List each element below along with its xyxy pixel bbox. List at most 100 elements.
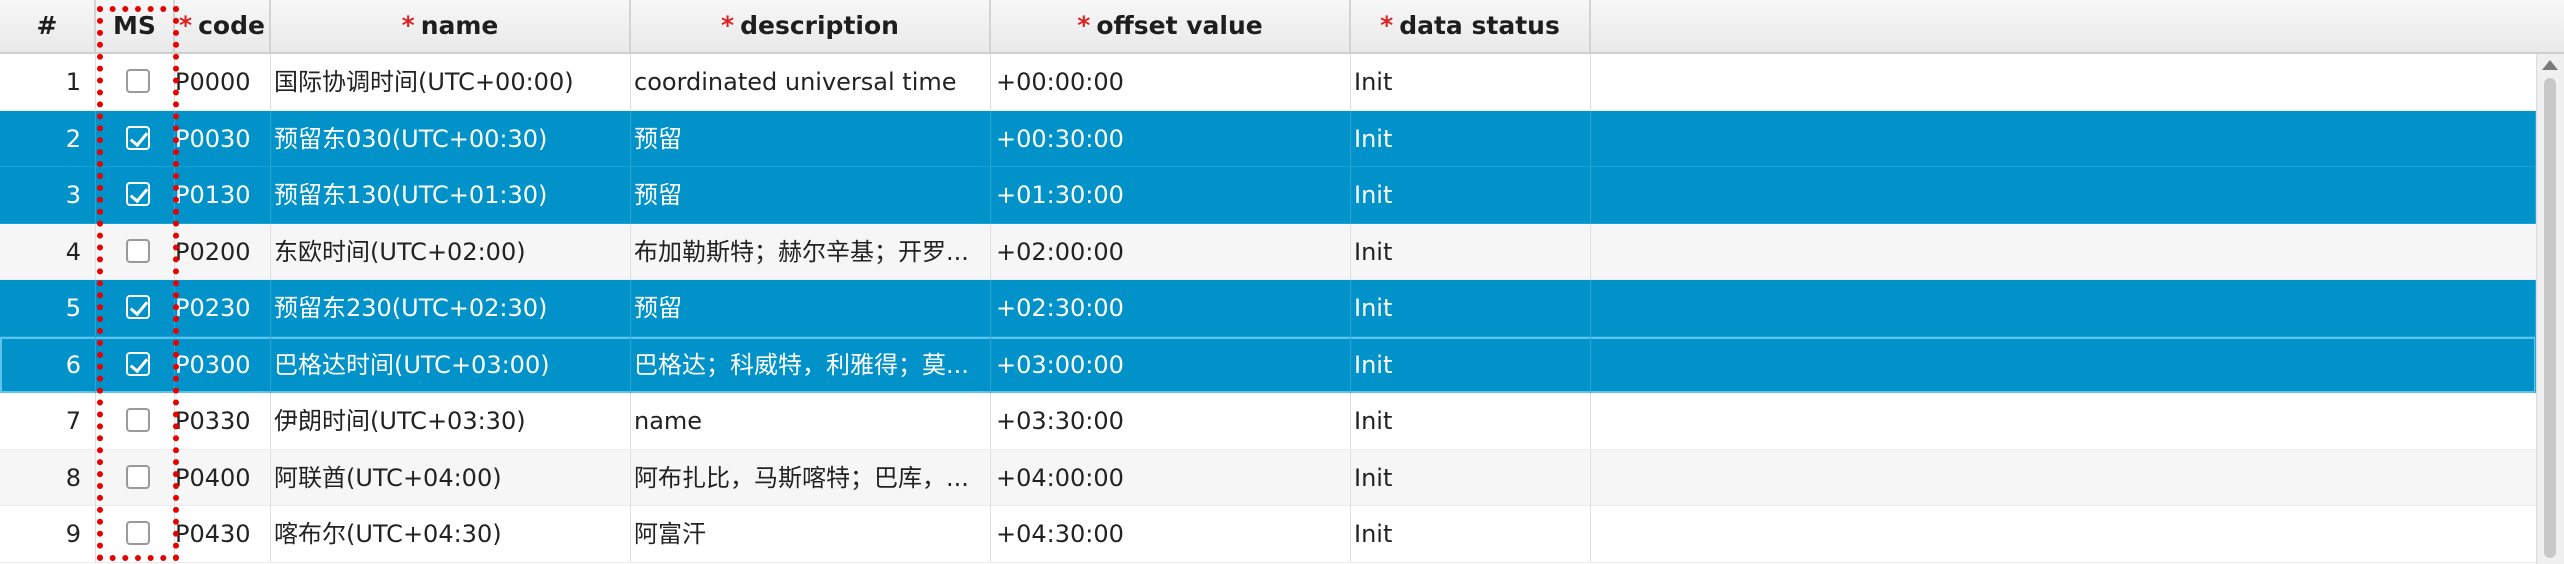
filler-cell	[1591, 336, 2536, 393]
filler-cell	[1591, 450, 2536, 506]
ms-cell[interactable]	[96, 336, 175, 393]
ms-checkbox[interactable]	[126, 464, 150, 489]
filler-cell	[1591, 506, 2536, 562]
ms-checkbox[interactable]	[126, 238, 150, 263]
data-status-cell[interactable]: Init	[1351, 506, 1591, 562]
header-ms[interactable]: MS	[96, 0, 175, 52]
data-status-cell[interactable]: Init	[1351, 336, 1591, 393]
name-cell[interactable]: 伊朗时间(UTC+03:30)	[271, 393, 631, 449]
ms-checkbox[interactable]	[126, 351, 150, 376]
ms-cell[interactable]	[96, 54, 175, 110]
ms-checkbox[interactable]	[126, 125, 150, 150]
data-status-cell[interactable]: Init	[1351, 449, 1591, 506]
ms-cell[interactable]	[96, 506, 175, 562]
row-number: 2	[0, 110, 96, 167]
data-status-cell[interactable]: Init	[1351, 54, 1591, 110]
required-marker: *	[179, 11, 193, 40]
name-cell[interactable]: 预留东230(UTC+02:30)	[271, 280, 631, 336]
table-row[interactable]: 5 P0230 预留东230(UTC+02:30) 预留 +02:30:00 Init	[0, 280, 2536, 337]
name-cell[interactable]: 预留东030(UTC+00:30)	[271, 110, 631, 167]
offset-value-cell[interactable]: +00:30:00	[991, 110, 1351, 167]
description-cell[interactable]: 预留	[631, 280, 991, 336]
offset-value-cell[interactable]: +04:00:00	[991, 449, 1351, 506]
header-code[interactable]: * code	[175, 0, 271, 52]
required-marker: *	[1380, 11, 1394, 40]
ms-cell[interactable]	[96, 167, 175, 223]
code-cell[interactable]: P0030	[175, 110, 271, 167]
name-cell[interactable]: 东欧时间(UTC+02:00)	[271, 223, 631, 280]
filler-cell	[1591, 224, 2536, 280]
code-cell[interactable]: P0330	[175, 393, 271, 449]
offset-value-cell[interactable]: +00:00:00	[991, 54, 1351, 110]
description-cell[interactable]: 预留	[631, 110, 991, 167]
scroll-up-arrow-icon[interactable]	[2542, 60, 2558, 70]
filler-cell	[1591, 280, 2536, 336]
vertical-scrollbar[interactable]	[2536, 54, 2564, 564]
name-cell[interactable]: 喀布尔(UTC+04:30)	[271, 506, 631, 562]
header-offset-value[interactable]: * offset value	[991, 0, 1351, 52]
ms-cell[interactable]	[96, 110, 175, 167]
data-status-cell[interactable]: Init	[1351, 110, 1591, 167]
scrollbar-thumb[interactable]	[2544, 78, 2556, 558]
offset-value-cell[interactable]: +03:30:00	[991, 393, 1351, 449]
data-status-cell[interactable]: Init	[1351, 280, 1591, 336]
name-cell[interactable]: 国际协调时间(UTC+00:00)	[271, 54, 631, 110]
code-cell[interactable]: P0200	[175, 223, 271, 280]
code-cell[interactable]: P0130	[175, 167, 271, 223]
table-row[interactable]: 6 P0300 巴格达时间(UTC+03:00) 巴格达；科威特，利雅得；莫... +0…	[0, 336, 2536, 393]
code-cell[interactable]: P0230	[175, 280, 271, 336]
description-cell[interactable]: coordinated universal time	[631, 54, 991, 110]
table-row[interactable]: 3 P0130 预留东130(UTC+01:30) 预留 +01:30:00 Init	[0, 167, 2536, 224]
table-row[interactable]: 4 P0200 东欧时间(UTC+02:00) 布加勒斯特；赫尔辛基；开罗... +02…	[0, 223, 2536, 280]
code-cell[interactable]: P0430	[175, 506, 271, 562]
offset-value-cell[interactable]: +01:30:00	[991, 167, 1351, 223]
data-status-cell[interactable]: Init	[1351, 223, 1591, 280]
offset-value-cell[interactable]: +04:30:00	[991, 506, 1351, 562]
table-header: # MS * code * name * description * offset va…	[0, 0, 2564, 54]
data-status-cell[interactable]: Init	[1351, 393, 1591, 449]
table-row[interactable]: 1 P0000 国际协调时间(UTC+00:00) coordinated unive…	[0, 54, 2536, 111]
filler-cell	[1591, 54, 2536, 110]
header-name[interactable]: * name	[271, 0, 631, 52]
table-body: 1 P0000 国际协调时间(UTC+00:00) coordinated unive…	[0, 54, 2536, 563]
ms-checkbox[interactable]	[126, 182, 150, 206]
name-cell[interactable]: 巴格达时间(UTC+03:00)	[271, 336, 631, 393]
ms-checkbox[interactable]	[126, 521, 150, 545]
ms-cell[interactable]	[96, 280, 175, 336]
row-number: 6	[0, 336, 96, 393]
description-cell[interactable]: 阿富汗	[631, 506, 991, 562]
offset-value-cell[interactable]: +03:00:00	[991, 336, 1351, 393]
description-cell[interactable]: 布加勒斯特；赫尔辛基；开罗...	[631, 223, 991, 280]
name-cell[interactable]: 阿联酋(UTC+04:00)	[271, 449, 631, 506]
table-row[interactable]: 9 P0430 喀布尔(UTC+04:30) 阿富汗 +04:30:00 Init	[0, 506, 2536, 563]
row-number: 1	[0, 54, 96, 110]
table-row[interactable]: 7 P0330 伊朗时间(UTC+03:30) name +03:30:00 Init	[0, 393, 2536, 450]
header-row-number[interactable]: #	[0, 0, 96, 52]
description-cell[interactable]: 阿布扎比，马斯喀特；巴库，...	[631, 449, 991, 506]
ms-checkbox[interactable]	[126, 295, 150, 319]
filler-cell	[1591, 167, 2536, 223]
offset-value-cell[interactable]: +02:00:00	[991, 223, 1351, 280]
required-marker: *	[1077, 11, 1091, 40]
name-cell[interactable]: 预留东130(UTC+01:30)	[271, 167, 631, 223]
header-data-status[interactable]: * data status	[1351, 0, 1591, 52]
checkmark-icon	[129, 353, 149, 373]
description-cell[interactable]: 预留	[631, 167, 991, 223]
code-cell[interactable]: P0400	[175, 449, 271, 506]
table-row[interactable]: 8 P0400 阿联酋(UTC+04:00) 阿布扎比，马斯喀特；巴库，... +04:…	[0, 449, 2536, 506]
offset-value-cell[interactable]: +02:30:00	[991, 280, 1351, 336]
code-cell[interactable]: P0300	[175, 336, 271, 393]
table-row[interactable]: 2 P0030 预留东030(UTC+00:30) 预留 +00:30:00 Init	[0, 110, 2536, 167]
ms-checkbox[interactable]	[126, 69, 150, 93]
data-status-cell[interactable]: Init	[1351, 167, 1591, 223]
header-description[interactable]: * description	[631, 0, 991, 52]
ms-cell[interactable]	[96, 393, 175, 449]
ms-cell[interactable]	[96, 223, 175, 280]
row-number: 4	[0, 223, 96, 280]
ms-cell[interactable]	[96, 449, 175, 506]
description-cell[interactable]: 巴格达；科威特，利雅得；莫...	[631, 336, 991, 393]
checkmark-icon	[129, 183, 149, 204]
ms-checkbox[interactable]	[126, 408, 150, 432]
code-cell[interactable]: P0000	[175, 54, 271, 110]
description-cell[interactable]: name	[631, 393, 991, 449]
